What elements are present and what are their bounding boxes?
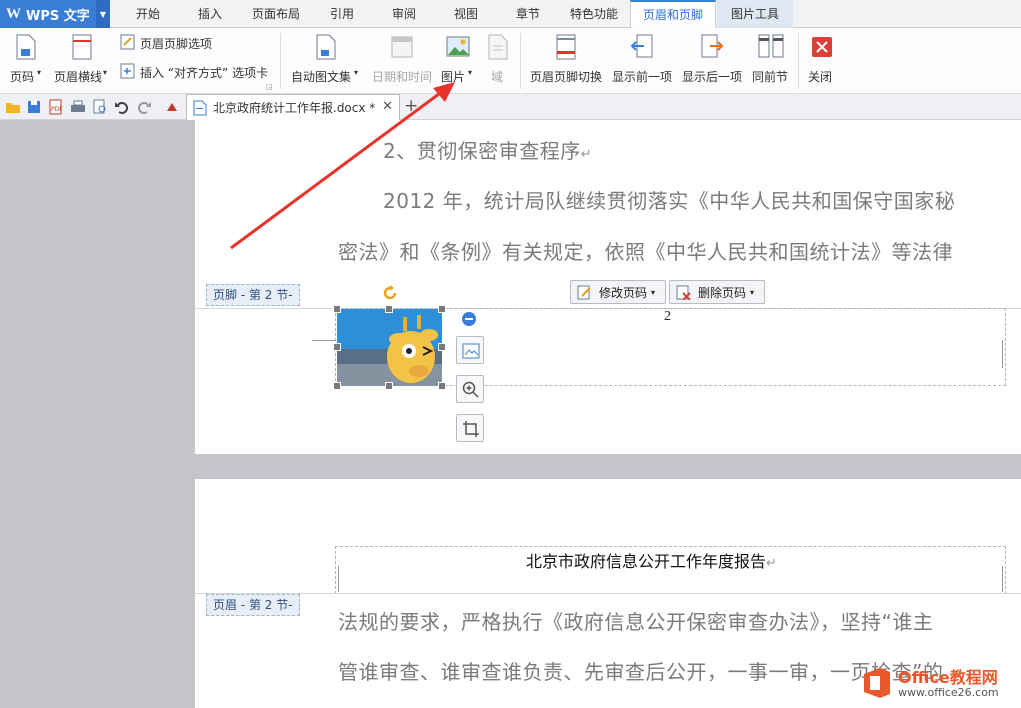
close-icon (812, 37, 832, 57)
header-line-button[interactable]: 页眉横线 ▾ (52, 32, 112, 88)
page-number-button[interactable]: 页码 ▾ (6, 32, 46, 88)
arrow-right-icon (701, 34, 724, 58)
redo-icon[interactable] (136, 99, 152, 115)
margin-mark (1002, 340, 1003, 368)
margin-mark (1002, 566, 1003, 592)
document-icon (193, 100, 207, 116)
collapse-icon[interactable] (461, 311, 477, 327)
watermark-url: www.office26.com (898, 686, 999, 699)
close-button[interactable]: 关闭 (806, 32, 838, 88)
rotate-icon[interactable] (380, 283, 400, 303)
zoom-in-icon (462, 381, 479, 398)
crop-picture-button[interactable] (456, 414, 484, 442)
page-number-icon (16, 34, 36, 60)
undo-icon[interactable] (114, 99, 130, 115)
ribbon-separator (520, 33, 521, 89)
body-text-line: 2012 年，统计局队继续贯彻落实《中华人民共和国保守国家秘 (383, 189, 956, 213)
wps-logo-icon: W (6, 5, 21, 22)
field-icon (488, 34, 508, 60)
annotation-arrow-icon (230, 82, 455, 250)
body-text-line: 法规的要求，严格执行《政府信息公开保密审查办法》，坚持“谁主 (338, 610, 934, 634)
site-watermark: Office教程网 www.office26.com (860, 662, 1020, 704)
chevron-down-icon: ▾ (651, 287, 656, 297)
tab-insert[interactable]: 插入 (184, 0, 236, 28)
tab-page-layout[interactable]: 页面布局 (245, 0, 307, 28)
resize-handle[interactable] (385, 305, 393, 313)
show-next-button[interactable]: 显示后一项 (680, 32, 744, 88)
picture-icon (446, 36, 470, 57)
zoom-picture-button[interactable] (456, 375, 484, 403)
hf-switch-button[interactable]: 页眉页脚切换 (528, 32, 604, 88)
pin-icon[interactable] (164, 99, 180, 115)
delete-page-number-button[interactable]: 删除页码 ▾ (669, 280, 765, 304)
chevron-down-icon: ▾ (37, 68, 42, 77)
svg-text:PDF: PDF (51, 106, 63, 113)
resize-handle[interactable] (438, 343, 446, 351)
crop-icon (463, 421, 479, 437)
switch-icon (556, 34, 576, 60)
layout-options-button[interactable] (456, 336, 484, 364)
tab-features[interactable]: 特色功能 (563, 0, 625, 28)
chevron-down-icon: ▾ (103, 68, 108, 77)
tab-view[interactable]: 视图 (440, 0, 492, 28)
resize-handle[interactable] (333, 305, 341, 313)
margin-mark (312, 340, 336, 341)
auto-text-icon (316, 34, 336, 60)
resize-handle[interactable] (438, 382, 446, 390)
giraffe-picture (337, 309, 442, 386)
export-pdf-icon[interactable]: PDF (48, 99, 64, 115)
edit-icon (577, 285, 591, 300)
chevron-down-icon[interactable]: ▼ (96, 0, 110, 28)
resize-handle[interactable] (385, 382, 393, 390)
app-name: WPS 文字 (26, 8, 90, 24)
office-logo-icon (864, 668, 890, 698)
arrow-left-icon (630, 34, 653, 58)
same-as-prev-button[interactable]: 同前节 (750, 32, 792, 88)
tab-picture-tools[interactable]: 图片工具 (717, 0, 793, 28)
quick-access-bar: PDF 北京政府统计工作年报.docx * ✕ + (0, 94, 1021, 120)
header-section-tag: 页眉 - 第 2 节- (206, 594, 300, 616)
hf-options-button[interactable]: 页眉页脚选项 (120, 34, 240, 52)
footer-section-tag: 页脚 - 第 2 节- (206, 284, 300, 306)
print-preview-icon[interactable] (92, 99, 108, 115)
margin-mark (338, 566, 339, 592)
resize-handle[interactable] (438, 305, 446, 313)
tab-header-footer[interactable]: 页眉和页脚 (630, 0, 716, 29)
header-line-icon (72, 34, 92, 60)
inserted-picture[interactable] (337, 309, 442, 386)
layout-icon (462, 343, 480, 359)
ribbon: 页码 ▾ 页眉横线 ▾ 页眉页脚选项 插入 “对齐方式” 选项卡 ◲ 自动图文集… (0, 28, 1021, 94)
tab-start[interactable]: 开始 (122, 0, 174, 28)
open-folder-icon[interactable] (5, 99, 21, 115)
header-title: 北京市政府信息公开工作年度报告↵ (526, 552, 777, 571)
footer-page-number: 2 (664, 309, 671, 324)
chevron-down-icon: ▾ (750, 287, 755, 297)
watermark-brand: Office教程网 (898, 668, 998, 687)
resize-handle[interactable] (333, 343, 341, 351)
save-icon[interactable] (26, 99, 42, 115)
show-prev-button[interactable]: 显示前一项 (610, 32, 674, 88)
delete-icon (676, 285, 691, 300)
link-pages-icon (758, 34, 784, 58)
tab-reference[interactable]: 引用 (316, 0, 368, 28)
ribbon-separator (798, 33, 799, 89)
chevron-down-icon: ▾ (468, 68, 473, 77)
print-icon[interactable] (70, 99, 86, 115)
menu-bar: W WPS 文字 ▼ 开始 插入 页面布局 引用 审阅 视图 章节 特色功能 页… (0, 0, 1021, 29)
options-icon (120, 34, 135, 50)
field-button[interactable]: 域 (484, 32, 512, 88)
align-tab-icon (120, 63, 135, 79)
header-boundary (195, 593, 1021, 594)
tab-chapter[interactable]: 章节 (502, 0, 554, 28)
calendar-icon (391, 36, 413, 58)
tab-review[interactable]: 审阅 (378, 0, 430, 28)
app-menu-button[interactable]: W WPS 文字 ▼ (0, 0, 110, 28)
resize-handle[interactable] (333, 382, 341, 390)
edit-page-number-button[interactable]: 修改页码 ▾ (570, 280, 666, 304)
